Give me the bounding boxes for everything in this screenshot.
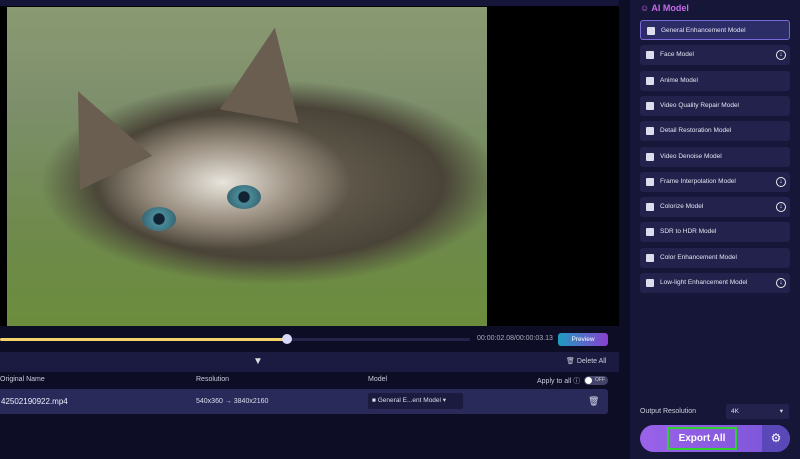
model-icon: [647, 27, 655, 35]
model-item[interactable]: Video Denoise Model: [640, 146, 790, 167]
model-item[interactable]: Frame Interpolation Model ↓: [640, 171, 790, 192]
model-icon: [646, 152, 654, 161]
download-icon[interactable]: ↓: [776, 176, 786, 187]
output-resolution-value: 4K: [731, 408, 739, 415]
trash-icon: 🗑: [566, 358, 575, 365]
video-preview: [0, 0, 619, 326]
model-item[interactable]: SDR to HDR Model: [640, 222, 790, 243]
apply-to-all-label: Apply to all ⓘ: [537, 376, 580, 386]
model-label: Color Enhancement Model: [660, 253, 737, 261]
apply-to-all-toggle[interactable]: OFF: [584, 376, 608, 385]
model-label: Frame Interpolation Model: [660, 177, 736, 185]
ai-model-sidebar: ☺ AI Model General Enhancement Model Face…: [630, 0, 800, 459]
video-frame-image: [7, 7, 487, 326]
export-bar: Export All ⚙: [640, 425, 790, 452]
model-item[interactable]: General Enhancement Model: [640, 20, 790, 40]
model-item[interactable]: Colorize Model ↓: [640, 197, 790, 218]
cat-eye: [142, 207, 176, 231]
model-icon: [646, 127, 654, 136]
model-select[interactable]: ■ General E...ent Model ▾: [368, 393, 463, 409]
header-model: Model: [368, 376, 388, 383]
export-all-button[interactable]: Export All: [667, 427, 737, 450]
model-icon: [646, 177, 654, 186]
list-toolbar: [0, 352, 619, 372]
sidebar-title-text: AI Model: [651, 3, 689, 13]
cat-ear: [219, 20, 315, 124]
resolution-cell: 540x360 → 3840x2160: [196, 398, 268, 405]
header-original-name: Original Name: [0, 376, 45, 383]
model-item[interactable]: Low-light Enhancement Model ↓: [640, 273, 790, 293]
model-item[interactable]: Video Quality Repair Model: [640, 95, 790, 116]
apply-all-text: Apply to all: [537, 378, 572, 385]
toggle-knob: [585, 377, 592, 384]
model-icon: [646, 279, 654, 287]
model-label: Low-light Enhancement Model: [660, 279, 748, 286]
model-select-value: General E...ent Model: [377, 397, 441, 404]
model-label: SDR to HDR Model: [660, 228, 717, 236]
trash-icon[interactable]: 🗑: [588, 396, 599, 407]
model-item[interactable]: Anime Model: [640, 70, 790, 91]
timeline-handle[interactable]: [281, 334, 292, 344]
delete-all-button[interactable]: 🗑 Delete All: [566, 357, 606, 365]
main-panel: 00:00:02.08/00:00:03.13 Preview ▼ 🗑 Dele…: [0, 0, 619, 459]
model-icon: [646, 253, 654, 262]
timeline-progress: [0, 338, 287, 341]
time-readout: 00:00:02.08/00:00:03.13: [477, 335, 553, 342]
output-resolution-label: Output Resolution: [640, 408, 697, 415]
model-item[interactable]: Color Enhancement Model: [640, 247, 790, 268]
top-bar: [0, 0, 619, 6]
model-icon: [646, 51, 654, 60]
model-icon: [646, 101, 654, 110]
model-label: Anime Model: [660, 76, 698, 84]
model-label: Video Denoise Model: [660, 152, 722, 160]
model-icon: [646, 228, 654, 237]
toggle-state: OFF: [595, 377, 605, 383]
res-from: 540x360: [196, 398, 223, 405]
sidebar-title: ☺ AI Model: [640, 3, 689, 13]
model-icon: [646, 203, 654, 212]
double-chevron-down-icon[interactable]: ▼: [253, 356, 263, 367]
gear-icon[interactable]: ⚙: [762, 425, 790, 452]
preview-button[interactable]: Preview: [558, 333, 608, 346]
cat-ear: [41, 74, 153, 190]
robot-icon: ☺: [640, 3, 650, 13]
download-icon[interactable]: ↓: [776, 50, 786, 61]
header-resolution: Resolution: [196, 376, 230, 383]
delete-all-label: Delete All: [576, 358, 607, 365]
model-label: Colorize Model: [660, 203, 704, 211]
model-label: General Enhancement Model: [661, 27, 746, 34]
file-name: 42502190922.mp4: [1, 397, 68, 406]
model-item[interactable]: Detail Restoration Model: [640, 121, 790, 142]
caret-down-icon: ▾: [779, 408, 783, 415]
arrow-right-icon: →: [224, 398, 232, 405]
model-icon: ■: [372, 397, 376, 404]
total-time: 00:00:03.13: [515, 335, 553, 342]
timeline-slider[interactable]: [0, 334, 470, 346]
info-icon[interactable]: ⓘ: [573, 378, 580, 385]
model-icon: [646, 76, 654, 85]
table-row[interactable]: 42502190922.mp4 540x360 → 3840x2160 ■ Ge…: [0, 389, 608, 414]
current-time: 00:00:02.08: [477, 335, 514, 342]
res-to: 3840x2160: [233, 398, 269, 405]
caret-down-icon: ▾: [442, 397, 447, 404]
download-icon[interactable]: ↓: [776, 278, 786, 288]
model-label: Detail Restoration Model: [660, 127, 732, 135]
model-label: Face Model: [660, 51, 694, 59]
download-icon[interactable]: ↓: [776, 202, 786, 213]
model-label: Video Quality Repair Model: [660, 101, 740, 109]
output-resolution-select[interactable]: 4K ▾: [726, 404, 789, 419]
model-item[interactable]: Face Model ↓: [640, 45, 790, 66]
cat-eye: [227, 185, 261, 209]
